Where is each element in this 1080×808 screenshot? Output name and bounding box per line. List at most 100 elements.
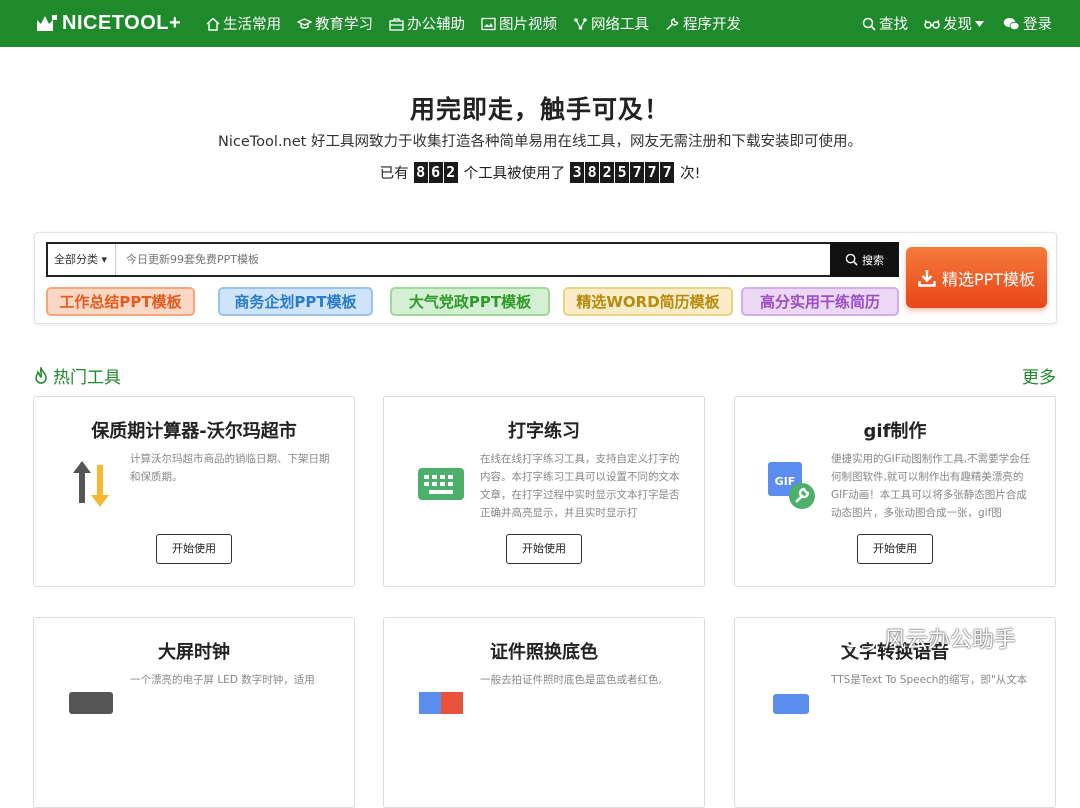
nav-item-education[interactable]: 教育学习 xyxy=(297,13,373,34)
tool-card[interactable]: 证件照换底色 一般去拍证件照时底色是蓝色或者红色, xyxy=(383,617,705,808)
search-button[interactable]: 搜索 xyxy=(830,242,899,277)
logo-text: NICETOOL+ xyxy=(62,11,182,34)
tool-card[interactable]: 打字练习 在线在线打字练习工具，支持自定义打字的内容。本打字练习工具可以设置不同… xyxy=(383,396,705,587)
main-nav: 生活常用 教育学习 办公辅助 图片视频 网络工具 程序开发 xyxy=(206,0,757,47)
tag-word-resume[interactable]: 精选WORD简历模板 xyxy=(563,287,733,316)
watermark-text: 风云办公助手 xyxy=(884,628,1017,653)
glasses-icon xyxy=(924,19,940,29)
tag-label: 商务企划PPT模板 xyxy=(234,293,357,311)
tool-card-desc: 一个漂亮的电子屏 LED 数字时钟，适用 xyxy=(130,674,315,686)
tool-card-title: 打字练习 xyxy=(508,421,580,442)
caret-down-icon xyxy=(975,20,984,27)
search-link[interactable]: 查找 xyxy=(862,13,908,34)
clock-icon xyxy=(60,668,122,730)
search-input[interactable] xyxy=(116,244,897,275)
wechat-watermark-icon xyxy=(838,624,877,652)
tool-card-desc: 便捷实用的GIF动图制作工具,不需要学会任何制图软件,就可以制作出有趣精美漂亮的… xyxy=(831,453,1031,519)
count-prefix: 已有 xyxy=(379,166,409,182)
wrench-icon xyxy=(666,17,679,30)
counter-digit: 7 xyxy=(630,162,645,183)
keyboard-icon xyxy=(410,453,472,515)
counter-digit: 2 xyxy=(600,162,615,183)
tool-card[interactable]: 保质期计算器-沃尔玛超市 计算沃尔玛超市商品的销临日期、下架日期和保质期。 开始… xyxy=(33,396,355,587)
hot-tools-label: 热门工具 xyxy=(53,368,121,388)
counter-digit: 6 xyxy=(428,162,443,183)
start-button[interactable]: 开始使用 xyxy=(506,534,582,564)
id-photo-icon xyxy=(410,668,472,730)
watermark: 风云办公助手 xyxy=(838,622,1016,654)
tag-business-ppt[interactable]: 商务企划PPT模板 xyxy=(218,287,373,316)
top-navbar: NICETOOL+ 生活常用 教育学习 办公辅助 图片视频 网络工具 程序开发 xyxy=(0,0,1080,47)
nav-item-image-video[interactable]: 图片视频 xyxy=(481,13,557,34)
nav-label: 教育学习 xyxy=(315,17,373,33)
nav-item-life[interactable]: 生活常用 xyxy=(206,13,281,34)
nav-label: 图片视频 xyxy=(499,17,557,33)
image-icon xyxy=(481,17,496,30)
featured-ppt-button[interactable]: 精选PPT模板 xyxy=(906,247,1047,308)
tag-label: 工作总结PPT模板 xyxy=(59,293,182,311)
user-nav: 查找 发现 登录 xyxy=(846,0,1052,47)
tool-card[interactable]: gif制作 GIF 便捷实用的GIF动图制作工具,不需要学会任何制图软件,就可以… xyxy=(734,396,1056,587)
briefcase-icon xyxy=(389,17,404,31)
tool-card-title: 大屏时钟 xyxy=(158,642,230,663)
tool-card-desc: TTS是Text To Speech的缩写，即"从文本 xyxy=(831,674,1028,686)
discover-dropdown[interactable]: 发现 xyxy=(924,13,987,34)
svg-text:GIF: GIF xyxy=(775,475,796,488)
nav-item-network[interactable]: 网络工具 xyxy=(573,13,649,34)
tool-card-title: gif制作 xyxy=(863,421,927,442)
counter-digit: 5 xyxy=(615,162,630,183)
logo-mark-icon xyxy=(37,15,57,31)
wechat-icon xyxy=(1003,17,1020,30)
gif-icon: GIF xyxy=(761,453,823,515)
count-suffix: 次! xyxy=(680,166,701,182)
network-icon xyxy=(574,17,587,30)
login-link[interactable]: 登录 xyxy=(1003,13,1052,34)
tag-label: 高分实用干练简历 xyxy=(759,293,880,311)
tools-count: 862 xyxy=(413,162,459,183)
nav-label: 程序开发 xyxy=(683,17,741,33)
uses-count: 3825777 xyxy=(570,162,675,183)
site-logo[interactable]: NICETOOL+ xyxy=(36,8,181,38)
tag-work-summary-ppt[interactable]: 工作总结PPT模板 xyxy=(46,287,195,316)
tag-label: 精选WORD简历模板 xyxy=(576,293,720,311)
tool-card-desc: 一般去拍证件照时底色是蓝色或者红色, xyxy=(480,674,662,686)
nav-label: 查找 xyxy=(879,17,908,33)
home-icon xyxy=(206,17,220,31)
counter-digit: 3 xyxy=(570,162,585,183)
hero-subtitle: NiceTool.net 好工具网致力于收集打造各种简单易用在线工具，网友无需注… xyxy=(218,134,862,150)
arrows-up-down-icon xyxy=(60,453,122,515)
category-label: 全部分类 xyxy=(54,253,98,266)
more-link[interactable]: 更多 xyxy=(1022,363,1056,388)
nav-label: 登录 xyxy=(1023,17,1052,33)
counter-digit: 8 xyxy=(585,162,600,183)
counter-digit: 2 xyxy=(443,162,458,183)
fire-icon xyxy=(35,367,47,384)
category-select[interactable]: 全部分类 ▾ xyxy=(48,244,116,275)
nav-item-dev[interactable]: 程序开发 xyxy=(665,13,741,34)
counter-digit: 7 xyxy=(645,162,660,183)
start-button[interactable]: 开始使用 xyxy=(156,534,232,564)
count-mid: 个工具被使用了 xyxy=(463,166,566,182)
counter-digit: 7 xyxy=(660,162,675,183)
tool-card-title: 保质期计算器-沃尔玛超市 xyxy=(91,421,297,442)
tag-resume[interactable]: 高分实用干练简历 xyxy=(741,287,899,316)
search-icon xyxy=(845,253,858,266)
start-button[interactable]: 开始使用 xyxy=(857,534,933,564)
tool-card-desc: 在线在线打字练习工具，支持自定义打字的内容。本打字练习工具可以设置不同的文本文章… xyxy=(480,453,680,519)
nav-label: 办公辅助 xyxy=(407,17,465,33)
nav-label: 发现 xyxy=(943,17,972,33)
graduation-cap-icon xyxy=(297,17,312,29)
tag-party-ppt[interactable]: 大气党政PPT模板 xyxy=(390,287,550,316)
nav-item-office[interactable]: 办公辅助 xyxy=(389,13,465,34)
tool-card[interactable]: 大屏时钟 一个漂亮的电子屏 LED 数字时钟，适用 xyxy=(33,617,355,808)
tag-label: 大气党政PPT模板 xyxy=(408,293,532,311)
speech-icon xyxy=(761,668,823,730)
tool-card-title: 证件照换底色 xyxy=(490,642,598,663)
featured-ppt-label: 精选PPT模板 xyxy=(941,269,1036,289)
search-button-label: 搜索 xyxy=(862,253,884,267)
counter-digit: 8 xyxy=(413,162,428,183)
nav-label: 网络工具 xyxy=(591,17,649,33)
usage-counter: 已有 862 个工具被使用了 3825777 次! xyxy=(0,162,1080,183)
tool-card-desc: 计算沃尔玛超市商品的销临日期、下架日期和保质期。 xyxy=(130,453,330,483)
search-panel: 全部分类 ▾ 搜索 工作总结PPT模板 商务企划PPT模板 大气党政PPT模板 … xyxy=(34,232,1057,324)
